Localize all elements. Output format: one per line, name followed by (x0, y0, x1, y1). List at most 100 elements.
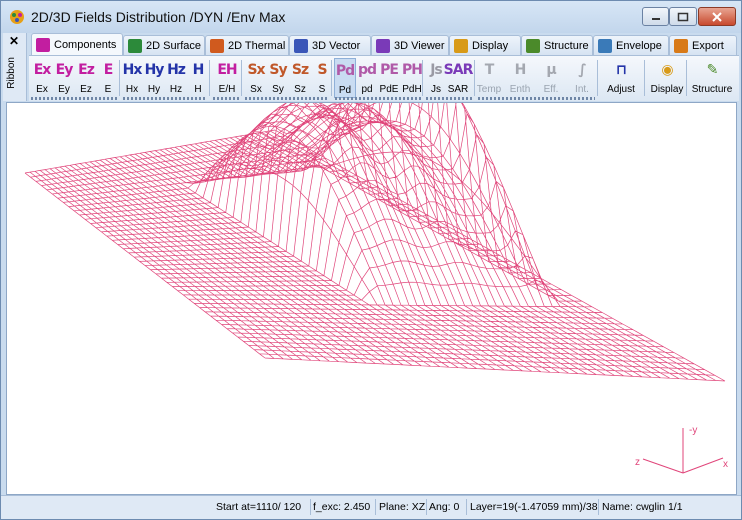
temp-icon: T (484, 62, 495, 78)
toolbar-button-e-h[interactable]: EH E/H (212, 58, 242, 98)
toolbar-button-label: Ez (80, 84, 92, 95)
surface-icon (128, 38, 142, 53)
toolbar-separator (209, 60, 210, 96)
toolbar-separator (686, 60, 687, 96)
sx-icon: Sx (247, 62, 265, 78)
maximize-button[interactable] (669, 7, 697, 26)
toolbar-button-label: H (194, 84, 202, 95)
toolbar-separator (597, 60, 598, 96)
tab-components[interactable]: Components (31, 33, 123, 55)
toolbar-button-label: Ex (36, 84, 48, 95)
toolbar-button-label: pd (361, 84, 373, 95)
status-f-exc: f_exc: 2.450 (313, 501, 371, 513)
toolbar-button-sy[interactable]: Sy Sy (267, 58, 289, 98)
enth-icon: H (514, 62, 527, 78)
toolbar-button-ez[interactable]: Ez Ez (75, 58, 97, 98)
tab-label: 3D Vector (312, 39, 361, 52)
toolbar-button-h[interactable]: HH (187, 58, 209, 98)
toolbar-button-label: Display (650, 84, 684, 95)
status-divider (375, 499, 376, 515)
window-title: 2D/3D Fields Distribution /DYN /Env Max (31, 9, 286, 25)
toolbar-button-display[interactable]: ◉ Display (647, 58, 687, 98)
pdh-icon: PH (402, 62, 423, 78)
status-layer: Layer=19(-1.47059 mm)/38 (470, 501, 598, 513)
toolbar-button-enth[interactable]: H Enth (509, 58, 531, 98)
tab-display[interactable]: Display (449, 35, 521, 55)
ribbon-close-button[interactable]: ✕ (9, 34, 19, 48)
toolbar-button-label: Enth (509, 84, 531, 95)
tab-label: 3D Viewer (394, 39, 445, 52)
hx-icon: Hx (122, 62, 143, 78)
toolbar-group-grip (123, 97, 207, 100)
toolbar-button-e[interactable]: EE (97, 58, 119, 98)
tab-label: 2D Surface (146, 39, 202, 52)
app-icon (10, 10, 24, 24)
toolbar-button-structure[interactable]: ✎ Structure (689, 58, 735, 98)
viewer-icon (376, 38, 390, 53)
axis-label-z: z (635, 457, 640, 468)
tab-3d-viewer[interactable]: 3D Viewer (371, 35, 449, 55)
field-plot-canvas[interactable]: -y x z (6, 41, 737, 495)
toolbar-button-s[interactable]: SS (311, 58, 333, 98)
hy-icon: Hy (144, 62, 165, 78)
toolbar-button-temp[interactable]: T Temp (477, 58, 501, 98)
ribbon-tabs: Components 2D Surface 2D Thermal 3D Vector 3… (31, 33, 739, 55)
tab-2d-thermal[interactable]: 2D Thermal (205, 35, 289, 55)
close-icon (712, 11, 722, 22)
display-icon (454, 38, 468, 53)
tab-3d-vector[interactable]: 3D Vector (289, 35, 371, 55)
toolbar-button-sz[interactable]: Sz Sz (289, 58, 311, 98)
toolbar-button-int-[interactable]: ∫ Int. (571, 58, 593, 98)
toolbar-button-adjust[interactable]: ⊓ Adjust (601, 58, 641, 98)
toolbar-button-ey[interactable]: Ey Ey (53, 58, 75, 98)
toolbar-button-label: Sx (250, 84, 262, 95)
toolbar-button-pd[interactable]: Pd Pd (334, 58, 356, 98)
toolbar-button-sar[interactable]: SAR SAR (444, 58, 474, 98)
toolbar-group-grip (245, 97, 329, 100)
status-name: Name: cwglin 1/1 (602, 501, 683, 513)
toolbar-button-hx[interactable]: Hx Hx (121, 58, 143, 98)
status-divider (466, 499, 467, 515)
toolbar-button-pd[interactable]: pd pd (356, 58, 378, 98)
status-ang: Ang: 0 (429, 501, 460, 513)
ey-icon: Ey (55, 62, 74, 78)
tab-2d-surface[interactable]: 2D Surface (123, 35, 205, 55)
toolbar-button-label: E (104, 84, 112, 95)
axis-line (642, 458, 684, 474)
envelope-icon (598, 38, 612, 53)
toolbar-separator (241, 60, 242, 96)
toolbar-button-hz[interactable]: Hz Hz (165, 58, 187, 98)
adjust-icon: ⊓ (615, 62, 627, 78)
toolbar-button-pdh[interactable]: PH PdH (401, 58, 423, 98)
pd-icon: Pd (335, 63, 355, 79)
toolbar-button-label: Pd (338, 85, 352, 96)
toolbar-button-pde[interactable]: PE PdE (378, 58, 400, 98)
toolbar-button-eff-[interactable]: μ Eff. (540, 58, 562, 98)
toolbar-button-sx[interactable]: Sx Sx (245, 58, 267, 98)
tab-label: Structure (544, 39, 589, 52)
toolbar-button-label: Hz (169, 84, 183, 95)
toolbar-group-grip (31, 97, 117, 100)
toolbar-button-ex[interactable]: Ex Ex (31, 58, 53, 98)
minimize-button[interactable] (642, 7, 669, 26)
close-button[interactable] (698, 7, 736, 26)
tab-structure[interactable]: Structure (521, 35, 593, 55)
pde-icon: PE (380, 62, 399, 78)
status-divider (310, 499, 311, 515)
toolbar-button-hy[interactable]: Hy Hy (143, 58, 165, 98)
toolbar-group-grip (213, 97, 239, 100)
toolbar-button-label: Sz (294, 84, 306, 95)
e-icon: E (103, 62, 114, 78)
status-plane: Plane: XZ (379, 501, 426, 513)
tab-envelope[interactable]: Envelope (593, 35, 669, 55)
sz-icon: Sz (291, 62, 309, 78)
toolbar-button-label: S (318, 84, 326, 95)
ex-icon: Ex (33, 62, 52, 78)
status-divider (426, 499, 427, 515)
toolbar-button-label: PdE (379, 84, 399, 95)
toolbar-button-label: PdH (402, 84, 422, 95)
hz-icon: Hz (167, 62, 186, 78)
sy-icon: Sy (269, 62, 287, 78)
toolbar-group-grip (478, 97, 595, 100)
tab-export[interactable]: Export (669, 35, 737, 55)
